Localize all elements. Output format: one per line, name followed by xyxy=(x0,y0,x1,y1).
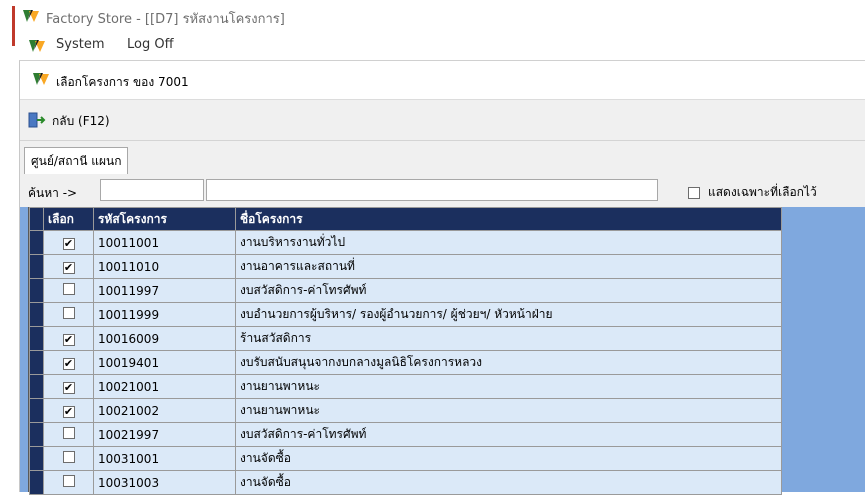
row-checkbox[interactable] xyxy=(62,451,75,463)
show-selected-checkbox[interactable] xyxy=(688,186,700,199)
back-button-label: กลับ (F12) xyxy=(52,113,110,128)
project-code-cell: 10019401 xyxy=(93,350,236,375)
table-row[interactable]: ✔ 10019401 งบรับสนับสนุนจากงบกลางมูลนิธิ… xyxy=(29,350,782,375)
project-name-cell: งานบริหารงานทั่วไป xyxy=(235,230,782,255)
row-checkbox[interactable] xyxy=(62,283,75,295)
row-checkbox[interactable]: ✔ xyxy=(62,333,75,346)
row-checkbox[interactable]: ✔ xyxy=(62,237,75,250)
row-header[interactable] xyxy=(29,422,44,447)
show-selected-label: แสดงเฉพาะที่เลือกไว้ xyxy=(708,185,817,199)
table-row[interactable]: ✔ 10016009 ร้านสวัสดิการ xyxy=(29,326,782,351)
search-code-input[interactable] xyxy=(100,179,204,201)
row-header[interactable] xyxy=(29,374,44,399)
row-checkbox[interactable] xyxy=(62,475,75,487)
project-code-cell: 10011999 xyxy=(93,302,236,327)
row-header[interactable] xyxy=(29,350,44,375)
exit-door-icon xyxy=(28,112,46,131)
project-name-cell: งานยานพาหนะ xyxy=(235,374,782,399)
project-name-cell: งานอาคารและสถานที่ xyxy=(235,254,782,279)
table-row[interactable]: ✔ 10011010 งานอาคารและสถานที่ xyxy=(29,254,782,279)
select-cell[interactable]: ✔ xyxy=(43,398,94,423)
project-name-cell: ร้านสวัสดิการ xyxy=(235,326,782,351)
dialog-title-bar: เลือกโครงการ ของ 7001 xyxy=(20,61,865,100)
row-checkbox[interactable] xyxy=(62,427,75,439)
select-cell[interactable] xyxy=(43,278,94,303)
column-header-name[interactable]: ชื่อโครงการ xyxy=(235,207,782,231)
project-name-cell: งานจัดซื้อ xyxy=(235,446,782,471)
table-row[interactable]: ✔ 10011001 งานบริหารงานทั่วไป xyxy=(29,230,782,255)
select-cell[interactable] xyxy=(43,446,94,471)
project-code-cell: 10021002 xyxy=(93,398,236,423)
select-cell[interactable]: ✔ xyxy=(43,254,94,279)
project-name-cell: งบสวัสดิการ-ค่าโทรศัพท์ xyxy=(235,422,782,447)
project-code-cell: 10011997 xyxy=(93,278,236,303)
search-label: ค้นหา -> xyxy=(28,186,78,200)
row-checkbox[interactable]: ✔ xyxy=(62,261,75,274)
select-cell[interactable] xyxy=(43,302,94,327)
project-name-cell: งานยานพาหนะ xyxy=(235,398,782,423)
dialog-toolbar: กลับ (F12) xyxy=(20,100,865,141)
row-header[interactable] xyxy=(29,446,44,471)
project-code-cell: 10021997 xyxy=(93,422,236,447)
window-title: Factory Store - [[D7] รหัสงานโครงการ] xyxy=(46,12,285,27)
project-grid: เลือก รหัสโครงการ ชื่อโครงการ ✔ 10011001… xyxy=(29,207,782,495)
dialog-title: เลือกโครงการ ของ 7001 xyxy=(56,75,189,89)
project-name-cell: งบสวัสดิการ-ค่าโทรศัพท์ xyxy=(235,278,782,303)
row-checkbox[interactable]: ✔ xyxy=(62,405,75,418)
row-header[interactable] xyxy=(29,230,44,255)
project-code-cell: 10021001 xyxy=(93,374,236,399)
select-cell[interactable]: ✔ xyxy=(43,374,94,399)
project-name-cell: งบอำนวยการผู้บริหาร/ รองผู้อำนวยการ/ ผู้… xyxy=(235,302,782,327)
window-title-bar: Factory Store - [[D7] รหัสงานโครงการ] xyxy=(0,0,865,46)
row-checkbox[interactable] xyxy=(62,307,75,319)
project-code-cell: 10011001 xyxy=(93,230,236,255)
project-name-cell: งบรับสนับสนุนจากงบกลางมูลนิธิโครงการหลวง xyxy=(235,350,782,375)
select-project-dialog: เลือกโครงการ ของ 7001 กลับ (F12) ศูนย์/ส… xyxy=(19,60,865,495)
row-header-corner xyxy=(29,207,44,231)
menu-log-off[interactable]: Log Off xyxy=(127,37,174,52)
project-code-cell: 10011010 xyxy=(93,254,236,279)
select-cell[interactable]: ✔ xyxy=(43,350,94,375)
select-cell[interactable]: ✔ xyxy=(43,230,94,255)
column-header-select[interactable]: เลือก xyxy=(43,207,94,231)
tab-strip: ศูนย์/สถานี แผนก xyxy=(20,147,865,175)
search-row: ค้นหา -> แสดงเฉพาะที่เลือกไว้ xyxy=(20,178,865,204)
menu-bar: System Log Off xyxy=(0,34,865,60)
row-checkbox[interactable]: ✔ xyxy=(62,381,75,394)
back-button[interactable]: กลับ (F12) xyxy=(28,110,110,132)
table-row[interactable]: 10031001 งานจัดซื้อ xyxy=(29,446,782,471)
row-header[interactable] xyxy=(29,326,44,351)
row-header[interactable] xyxy=(29,398,44,423)
row-header[interactable] xyxy=(29,254,44,279)
select-cell[interactable]: ✔ xyxy=(43,326,94,351)
show-selected-toggle[interactable]: แสดงเฉพาะที่เลือกไว้ xyxy=(688,183,817,202)
menu-logo-icon[interactable] xyxy=(28,38,45,54)
search-name-input[interactable] xyxy=(206,179,658,201)
row-header[interactable] xyxy=(29,302,44,327)
table-row[interactable]: 10021997 งบสวัสดิการ-ค่าโทรศัพท์ xyxy=(29,422,782,447)
select-cell[interactable] xyxy=(43,422,94,447)
table-row[interactable]: ✔ 10021002 งานยานพาหนะ xyxy=(29,398,782,423)
tab-department[interactable]: ศูนย์/สถานี แผนก xyxy=(24,147,129,174)
column-header-code[interactable]: รหัสโครงการ xyxy=(93,207,236,231)
dialog-logo-icon xyxy=(32,71,49,87)
row-checkbox[interactable]: ✔ xyxy=(62,357,75,370)
app-logo-icon xyxy=(22,8,39,24)
table-row[interactable]: 10011999 งบอำนวยการผู้บริหาร/ รองผู้อำนว… xyxy=(29,302,782,327)
menu-system[interactable]: System xyxy=(56,37,104,52)
project-grid-area: เลือก รหัสโครงการ ชื่อโครงการ ✔ 10011001… xyxy=(20,207,865,495)
row-header[interactable] xyxy=(29,278,44,303)
grid-header-row: เลือก รหัสโครงการ ชื่อโครงการ xyxy=(29,207,782,231)
table-row[interactable]: 10011997 งบสวัสดิการ-ค่าโทรศัพท์ xyxy=(29,278,782,303)
project-code-cell: 10016009 xyxy=(93,326,236,351)
project-code-cell: 10031001 xyxy=(93,446,236,471)
table-row[interactable]: ✔ 10021001 งานยานพาหนะ xyxy=(29,374,782,399)
